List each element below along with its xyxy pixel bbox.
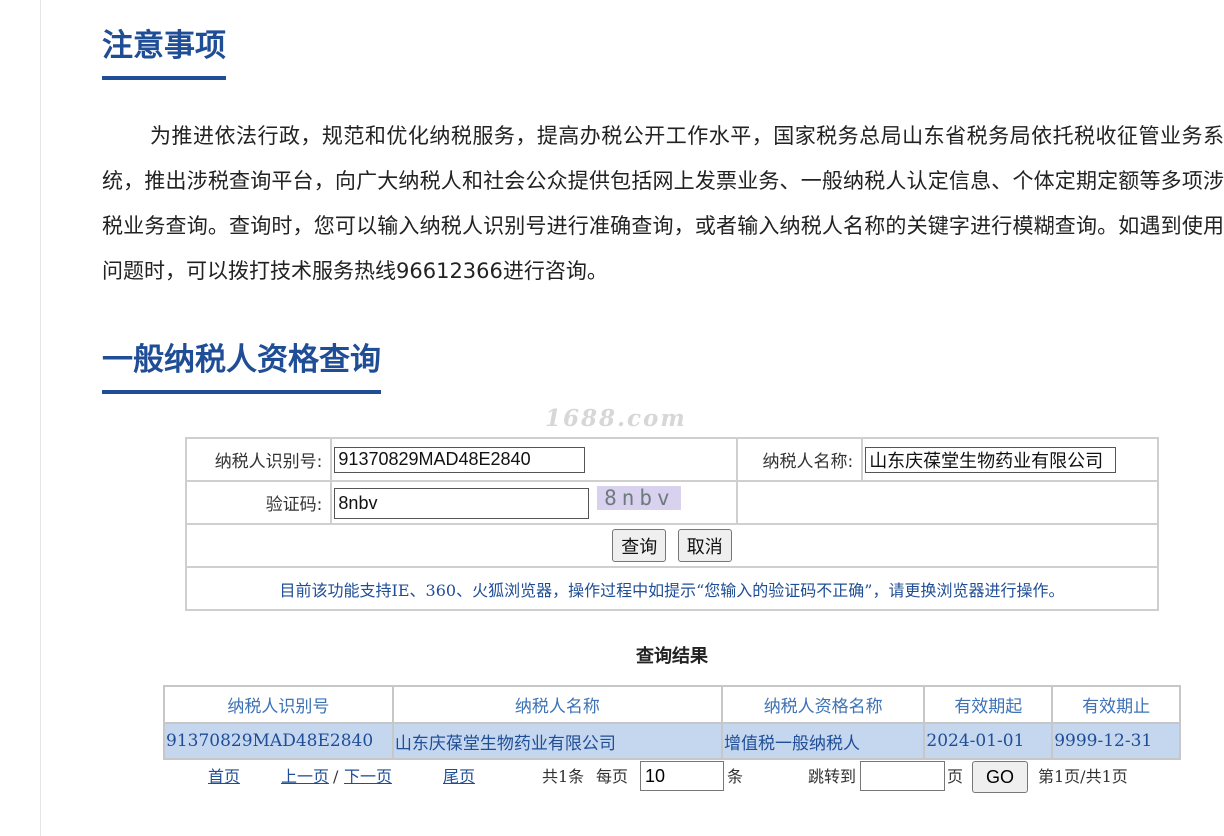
browser-notice: 目前该功能支持IE、360、火狐浏览器，操作过程中如提示“您输入的验证码不正确”… xyxy=(185,566,1159,611)
next-page-link[interactable]: 下一页 xyxy=(344,760,392,794)
query-button[interactable]: 查询 xyxy=(612,529,667,562)
notice-title: 注意事项 xyxy=(102,26,226,80)
last-page-link[interactable]: 尾页 xyxy=(443,760,475,794)
results-table: 纳税人识别号 纳税人名称 纳税人资格名称 有效期起 有效期止 91370829M… xyxy=(163,685,1181,760)
page-unit: 页 xyxy=(947,767,964,786)
cancel-button[interactable]: 取消 xyxy=(677,529,732,562)
query-title: 一般纳税人资格查询 xyxy=(102,340,381,394)
pagination: 首页 上一页 / 下一页 尾页 共1条 每页 条 跳转到 页 GO 第1页/共1… xyxy=(163,760,1181,794)
tax-id-label: 纳税人识别号: xyxy=(184,437,333,482)
results-title: 查询结果 xyxy=(636,646,708,667)
captcha-input[interactable] xyxy=(334,488,590,519)
captcha-image[interactable]: 8nbv xyxy=(597,486,682,510)
cell-tax-id: 91370829MAD48E2840 xyxy=(163,722,394,760)
cell-valid-to: 9999-12-31 xyxy=(1051,722,1181,760)
tax-name-input[interactable] xyxy=(865,446,1117,473)
total-count: 共1条 xyxy=(542,767,585,786)
table-row[interactable]: 91370829MAD48E2840 山东庆葆堂生物药业有限公司 增值税一般纳税… xyxy=(163,722,1181,760)
notice-paragraph: 为推进依法行政，规范和优化纳税服务，提高办税公开工作水平，国家税务总局山东省税务… xyxy=(102,124,1224,283)
go-button[interactable]: GO xyxy=(972,761,1029,793)
col-header-valid-to: 有效期止 xyxy=(1051,685,1181,724)
left-border xyxy=(40,0,41,836)
per-page-unit: 条 xyxy=(727,767,744,786)
prev-page-link[interactable]: 上一页 xyxy=(281,760,329,794)
page-status: 第1页/共1页 xyxy=(1038,767,1128,786)
tax-name-label: 纳税人名称: xyxy=(735,437,864,482)
watermark: 1688.com xyxy=(545,405,687,432)
results-header-row: 纳税人识别号 纳税人名称 纳税人资格名称 有效期起 有效期止 xyxy=(163,685,1181,724)
jump-label: 跳转到 xyxy=(808,767,857,786)
col-header-qualification: 纳税人资格名称 xyxy=(720,685,926,724)
first-page-link[interactable]: 首页 xyxy=(208,760,240,794)
cell-valid-from: 2024-01-01 xyxy=(923,722,1054,760)
query-form: 纳税人识别号: 纳税人名称: 验证码: 8nbv 查询 取消 目前该功能支持IE… xyxy=(184,437,1160,611)
tax-id-input[interactable] xyxy=(334,446,586,473)
per-page-input[interactable] xyxy=(640,761,724,791)
cell-qualification: 增值税一般纳税人 xyxy=(720,722,926,760)
captcha-label: 验证码: xyxy=(184,480,333,525)
pager-separator: / xyxy=(333,767,339,786)
jump-page-input[interactable] xyxy=(860,761,945,791)
col-header-valid-from: 有效期起 xyxy=(923,685,1054,724)
per-page-label: 每页 xyxy=(596,767,629,786)
col-header-tax-id: 纳税人识别号 xyxy=(163,685,394,724)
cell-tax-name: 山东庆葆堂生物药业有限公司 xyxy=(391,722,723,760)
col-header-tax-name: 纳税人名称 xyxy=(391,685,723,724)
